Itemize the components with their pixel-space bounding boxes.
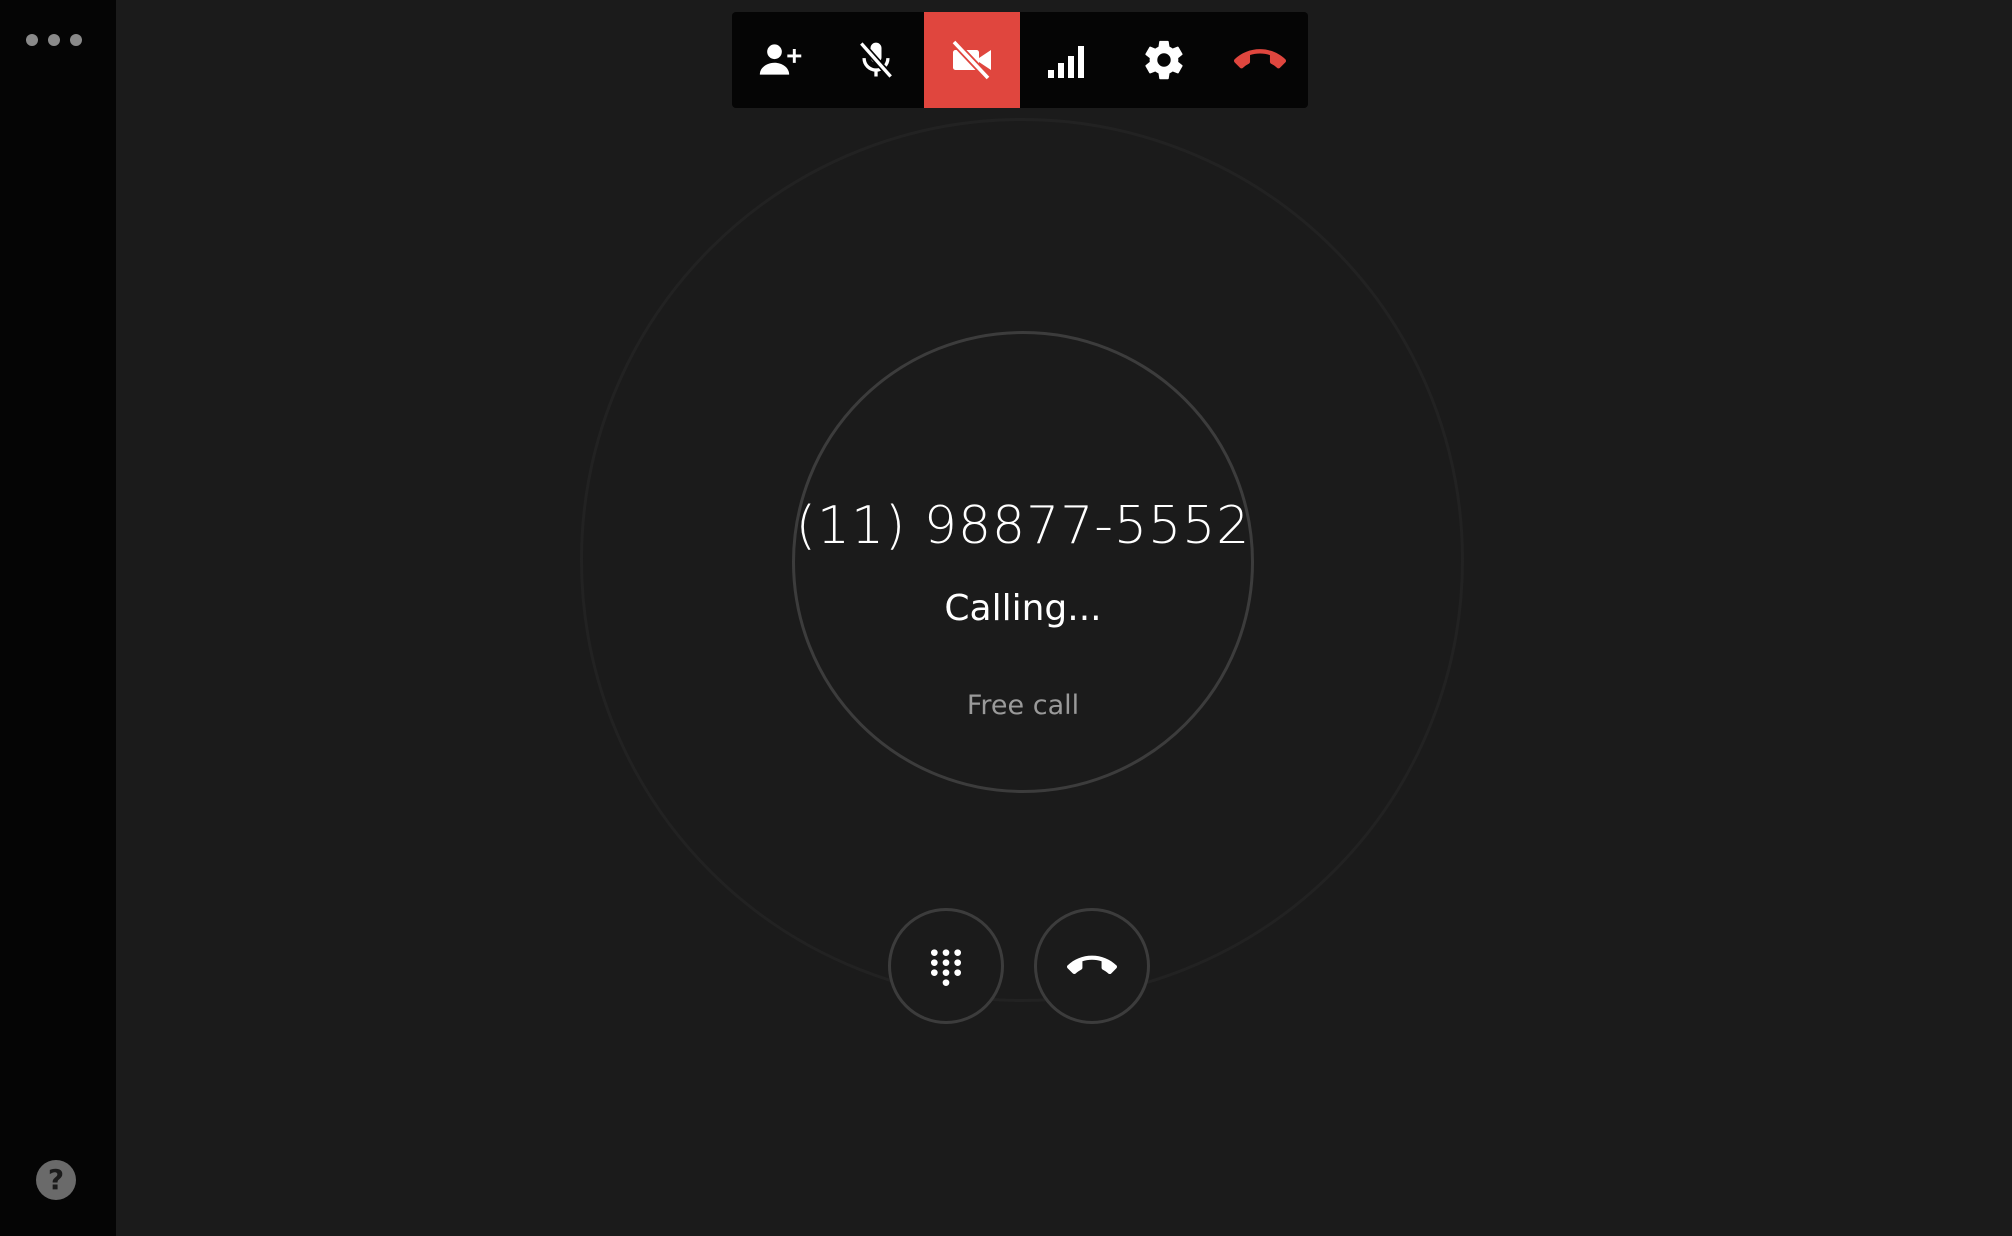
call-rate-label: Free call	[966, 690, 1080, 721]
help-icon[interactable]: ?	[36, 1160, 76, 1200]
hang-up-icon	[1067, 955, 1117, 975]
call-toolbar	[732, 12, 1308, 108]
end-call-toolbar-button[interactable]	[1212, 12, 1308, 108]
phone-number: (11) 98877-5552	[795, 496, 1251, 556]
video-off-button[interactable]	[924, 12, 1020, 108]
add-participant-button[interactable]	[732, 12, 828, 108]
settings-button[interactable]	[1116, 12, 1212, 108]
dialpad-icon	[931, 949, 961, 986]
add-person-icon	[759, 44, 802, 75]
contact-circle	[792, 331, 1254, 793]
call-screen: ? (11) 98877-5552 Calling... Free call	[0, 0, 2012, 1236]
sidebar: ?	[0, 0, 116, 1236]
hang-up-icon	[1234, 49, 1286, 69]
more-options-button[interactable]	[26, 30, 82, 50]
more-dot	[70, 34, 82, 46]
mute-mic-button[interactable]	[828, 12, 924, 108]
end-call-button[interactable]	[1034, 908, 1150, 1024]
more-dot	[48, 34, 60, 46]
call-status: Calling...	[944, 588, 1102, 629]
gear-icon	[1145, 40, 1183, 80]
video-off-icon	[951, 39, 991, 81]
signal-strength-icon	[1048, 46, 1084, 78]
more-horizontal-icon	[26, 34, 38, 46]
dialpad-button[interactable]	[888, 908, 1004, 1024]
mic-off-icon	[858, 41, 894, 79]
call-quality-button[interactable]	[1020, 12, 1116, 108]
